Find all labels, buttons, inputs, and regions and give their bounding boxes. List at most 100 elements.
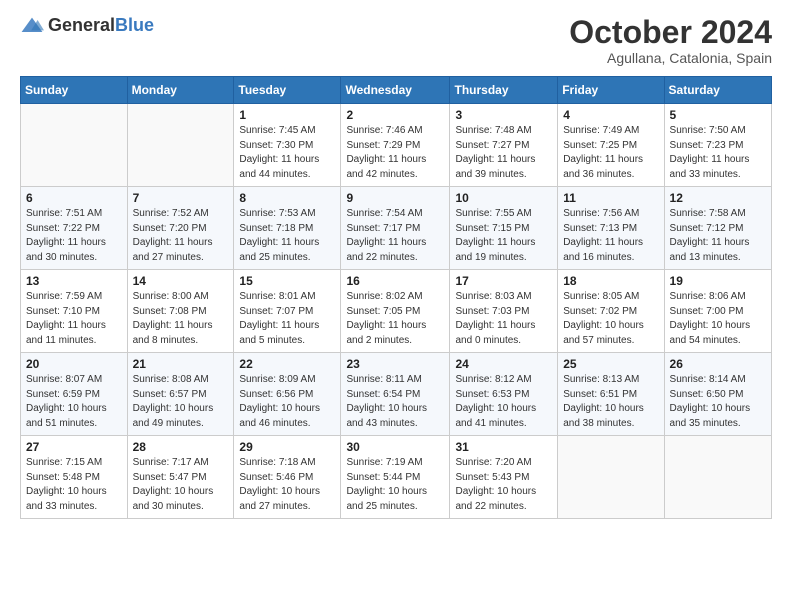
day-info: Sunrise: 8:00 AMSunset: 7:08 PMDaylight:… bbox=[133, 290, 229, 348]
calendar-cell: 20 Sunrise: 8:07 AMSunset: 6:59 PMDayligh… bbox=[21, 353, 128, 436]
calendar-cell: 18 Sunrise: 8:05 AMSunset: 7:02 PMDayligh… bbox=[558, 270, 664, 353]
day-number: 24 bbox=[455, 357, 552, 371]
col-monday: Monday bbox=[127, 77, 234, 104]
month-year: October 2024 bbox=[569, 15, 772, 50]
day-info: Sunrise: 7:50 AMSunset: 7:23 PMDaylight:… bbox=[670, 124, 766, 182]
day-info: Sunrise: 8:05 AMSunset: 7:02 PMDaylight:… bbox=[563, 290, 658, 348]
page: GeneralBlue October 2024 Agullana, Catal… bbox=[0, 0, 792, 612]
day-info: Sunrise: 7:19 AMSunset: 5:44 PMDaylight:… bbox=[346, 456, 444, 514]
day-info: Sunrise: 7:59 AMSunset: 7:10 PMDaylight:… bbox=[26, 290, 122, 348]
week-row-2: 6Sunrise: 7:51 AMSunset: 7:22 PMDaylight… bbox=[21, 187, 772, 270]
day-number: 20 bbox=[26, 357, 122, 371]
day-info: Sunrise: 7:58 AMSunset: 7:12 PMDaylight:… bbox=[670, 207, 766, 265]
logo-blue: Blue bbox=[115, 15, 154, 35]
day-info: Sunrise: 7:48 AMSunset: 7:27 PMDaylight:… bbox=[455, 124, 552, 182]
day-number: 25 bbox=[563, 357, 658, 371]
calendar-cell: 29 Sunrise: 7:18 AMSunset: 5:46 PMDayligh… bbox=[234, 436, 341, 519]
calendar-cell: 25 Sunrise: 8:13 AMSunset: 6:51 PMDayligh… bbox=[558, 353, 664, 436]
day-info: Sunrise: 8:08 AMSunset: 6:57 PMDaylight:… bbox=[133, 373, 229, 431]
day-number: 13 bbox=[26, 274, 122, 288]
calendar-cell bbox=[21, 104, 128, 187]
col-thursday: Thursday bbox=[450, 77, 558, 104]
calendar-cell: 17 Sunrise: 8:03 AMSunset: 7:03 PMDayligh… bbox=[450, 270, 558, 353]
day-info: Sunrise: 7:15 AMSunset: 5:48 PMDaylight:… bbox=[26, 456, 122, 514]
day-number: 5 bbox=[670, 108, 766, 122]
calendar-cell: 23 Sunrise: 8:11 AMSunset: 6:54 PMDayligh… bbox=[341, 353, 450, 436]
calendar-table: Sunday Monday Tuesday Wednesday Thursday… bbox=[20, 76, 772, 519]
day-number: 19 bbox=[670, 274, 766, 288]
day-info: Sunrise: 8:14 AMSunset: 6:50 PMDaylight:… bbox=[670, 373, 766, 431]
day-info: Sunrise: 8:11 AMSunset: 6:54 PMDaylight:… bbox=[346, 373, 444, 431]
calendar-cell bbox=[127, 104, 234, 187]
calendar-cell bbox=[664, 436, 771, 519]
day-number: 3 bbox=[455, 108, 552, 122]
week-row-1: 1Sunrise: 7:45 AMSunset: 7:30 PMDaylight… bbox=[21, 104, 772, 187]
calendar-cell: 14Sunrise: 8:00 AMSunset: 7:08 PMDayligh… bbox=[127, 270, 234, 353]
calendar-cell: 9Sunrise: 7:54 AMSunset: 7:17 PMDaylight… bbox=[341, 187, 450, 270]
day-number: 31 bbox=[455, 440, 552, 454]
day-number: 17 bbox=[455, 274, 552, 288]
calendar-cell: 1Sunrise: 7:45 AMSunset: 7:30 PMDaylight… bbox=[234, 104, 341, 187]
col-saturday: Saturday bbox=[664, 77, 771, 104]
calendar-cell: 13 Sunrise: 7:59 AMSunset: 7:10 PMDayligh… bbox=[21, 270, 128, 353]
day-info: Sunrise: 8:09 AMSunset: 6:56 PMDaylight:… bbox=[239, 373, 335, 431]
day-number: 23 bbox=[346, 357, 444, 371]
day-info: Sunrise: 7:17 AMSunset: 5:47 PMDaylight:… bbox=[133, 456, 229, 514]
calendar-cell: 19Sunrise: 8:06 AMSunset: 7:00 PMDayligh… bbox=[664, 270, 771, 353]
day-info: Sunrise: 8:03 AMSunset: 7:03 PMDaylight:… bbox=[455, 290, 552, 348]
calendar-cell: 31 Sunrise: 7:20 AMSunset: 5:43 PMDayligh… bbox=[450, 436, 558, 519]
logo-text: GeneralBlue bbox=[48, 15, 154, 36]
calendar-cell: 2Sunrise: 7:46 AMSunset: 7:29 PMDaylight… bbox=[341, 104, 450, 187]
day-info: Sunrise: 8:01 AMSunset: 7:07 PMDaylight:… bbox=[239, 290, 335, 348]
col-wednesday: Wednesday bbox=[341, 77, 450, 104]
day-info: Sunrise: 8:12 AMSunset: 6:53 PMDaylight:… bbox=[455, 373, 552, 431]
calendar-cell: 15 Sunrise: 8:01 AMSunset: 7:07 PMDayligh… bbox=[234, 270, 341, 353]
logo-general: General bbox=[48, 15, 115, 35]
calendar-cell: 4 Sunrise: 7:49 AMSunset: 7:25 PMDaylight… bbox=[558, 104, 664, 187]
calendar-cell: 21 Sunrise: 8:08 AMSunset: 6:57 PMDayligh… bbox=[127, 353, 234, 436]
col-friday: Friday bbox=[558, 77, 664, 104]
calendar-cell: 30 Sunrise: 7:19 AMSunset: 5:44 PMDayligh… bbox=[341, 436, 450, 519]
calendar-cell: 8Sunrise: 7:53 AMSunset: 7:18 PMDaylight… bbox=[234, 187, 341, 270]
day-info: Sunrise: 7:45 AMSunset: 7:30 PMDaylight:… bbox=[239, 124, 335, 182]
weekday-header-row: Sunday Monday Tuesday Wednesday Thursday… bbox=[21, 77, 772, 104]
day-number: 2 bbox=[346, 108, 444, 122]
day-number: 7 bbox=[133, 191, 229, 205]
day-number: 16 bbox=[346, 274, 444, 288]
day-number: 28 bbox=[133, 440, 229, 454]
calendar-cell: 3 Sunrise: 7:48 AMSunset: 7:27 PMDaylight… bbox=[450, 104, 558, 187]
day-info: Sunrise: 7:18 AMSunset: 5:46 PMDaylight:… bbox=[239, 456, 335, 514]
calendar-cell: 7 Sunrise: 7:52 AMSunset: 7:20 PMDaylight… bbox=[127, 187, 234, 270]
col-sunday: Sunday bbox=[21, 77, 128, 104]
day-info: Sunrise: 7:55 AMSunset: 7:15 PMDaylight:… bbox=[455, 207, 552, 265]
day-info: Sunrise: 7:52 AMSunset: 7:20 PMDaylight:… bbox=[133, 207, 229, 265]
day-info: Sunrise: 8:07 AMSunset: 6:59 PMDaylight:… bbox=[26, 373, 122, 431]
day-number: 4 bbox=[563, 108, 658, 122]
calendar-cell: 5 Sunrise: 7:50 AMSunset: 7:23 PMDaylight… bbox=[664, 104, 771, 187]
logo-icon bbox=[20, 16, 44, 36]
calendar-cell: 22Sunrise: 8:09 AMSunset: 6:56 PMDayligh… bbox=[234, 353, 341, 436]
day-number: 30 bbox=[346, 440, 444, 454]
day-info: Sunrise: 8:02 AMSunset: 7:05 PMDaylight:… bbox=[346, 290, 444, 348]
day-number: 29 bbox=[239, 440, 335, 454]
day-info: Sunrise: 7:49 AMSunset: 7:25 PMDaylight:… bbox=[563, 124, 658, 182]
week-row-3: 13 Sunrise: 7:59 AMSunset: 7:10 PMDayligh… bbox=[21, 270, 772, 353]
day-info: Sunrise: 7:53 AMSunset: 7:18 PMDaylight:… bbox=[239, 207, 335, 265]
day-info: Sunrise: 8:13 AMSunset: 6:51 PMDaylight:… bbox=[563, 373, 658, 431]
day-number: 21 bbox=[133, 357, 229, 371]
calendar-cell: 16 Sunrise: 8:02 AMSunset: 7:05 PMDayligh… bbox=[341, 270, 450, 353]
week-row-4: 20 Sunrise: 8:07 AMSunset: 6:59 PMDayligh… bbox=[21, 353, 772, 436]
day-number: 11 bbox=[563, 191, 658, 205]
calendar-cell: 28 Sunrise: 7:17 AMSunset: 5:47 PMDayligh… bbox=[127, 436, 234, 519]
day-number: 18 bbox=[563, 274, 658, 288]
day-number: 10 bbox=[455, 191, 552, 205]
day-info: Sunrise: 7:20 AMSunset: 5:43 PMDaylight:… bbox=[455, 456, 552, 514]
day-number: 27 bbox=[26, 440, 122, 454]
calendar-cell: 6Sunrise: 7:51 AMSunset: 7:22 PMDaylight… bbox=[21, 187, 128, 270]
week-row-5: 27 Sunrise: 7:15 AMSunset: 5:48 PMDayligh… bbox=[21, 436, 772, 519]
calendar-cell: 24 Sunrise: 8:12 AMSunset: 6:53 PMDayligh… bbox=[450, 353, 558, 436]
day-number: 12 bbox=[670, 191, 766, 205]
col-tuesday: Tuesday bbox=[234, 77, 341, 104]
day-info: Sunrise: 7:56 AMSunset: 7:13 PMDaylight:… bbox=[563, 207, 658, 265]
day-number: 15 bbox=[239, 274, 335, 288]
